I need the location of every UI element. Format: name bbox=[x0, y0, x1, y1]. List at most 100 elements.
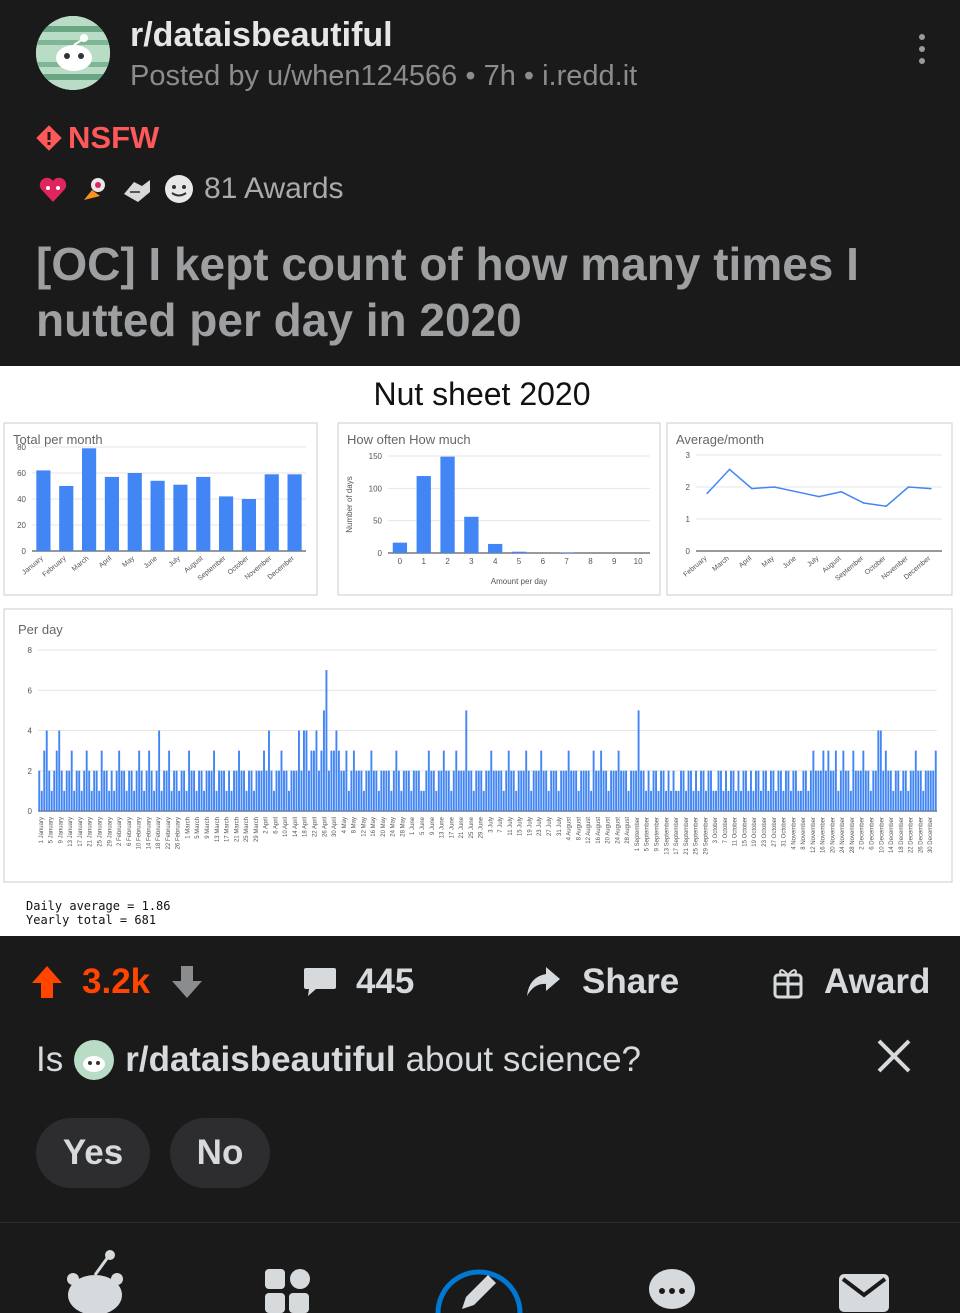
bar-day-320 bbox=[834, 750, 837, 811]
bar-day-126 bbox=[350, 770, 353, 811]
yes-button[interactable]: Yes bbox=[36, 1118, 150, 1188]
bar-day-281 bbox=[737, 770, 740, 811]
bar-day-341 bbox=[887, 770, 890, 811]
bar-day-176 bbox=[475, 770, 478, 811]
bar-day-253 bbox=[667, 770, 670, 811]
communities-grid-icon[interactable] bbox=[265, 1269, 311, 1313]
bar-day-49 bbox=[158, 730, 161, 811]
bar-day-277 bbox=[727, 790, 730, 811]
bar-day-293 bbox=[767, 790, 770, 811]
chat-icon[interactable] bbox=[648, 1267, 696, 1313]
bar-day-40 bbox=[135, 770, 138, 811]
x-tick-4-37: 28 May bbox=[400, 817, 406, 837]
bar-day-294 bbox=[769, 770, 772, 811]
bar-day-91 bbox=[263, 750, 265, 811]
vote-group: 3.2k bbox=[30, 962, 204, 1002]
more-options-icon[interactable] bbox=[912, 34, 932, 70]
x-tick-4-68: 29 September bbox=[703, 817, 709, 855]
bar-day-316 bbox=[824, 770, 827, 811]
nsfw-badge: NSFW bbox=[36, 120, 159, 156]
bar-day-206 bbox=[550, 770, 553, 811]
bar-amount-1 bbox=[416, 476, 431, 553]
award-button[interactable]: Award bbox=[772, 962, 930, 1002]
bar-day-78 bbox=[230, 790, 233, 811]
post-title[interactable]: [OC] I kept count of how many times I nu… bbox=[36, 236, 916, 348]
bar-day-80 bbox=[235, 770, 238, 811]
bar-amount-2 bbox=[440, 456, 455, 553]
subreddit-name[interactable]: r/dataisbeautiful bbox=[130, 16, 393, 55]
bar-day-29 bbox=[108, 790, 111, 811]
bar-day-329 bbox=[857, 770, 860, 811]
bar-day-166 bbox=[450, 790, 453, 811]
bar-day-336 bbox=[874, 770, 877, 811]
x-tick-4-41: 13 June bbox=[440, 816, 446, 838]
subreddit-avatar[interactable] bbox=[36, 16, 110, 90]
x-tick-2-4: 4 bbox=[493, 557, 498, 566]
bar-day-191 bbox=[512, 770, 515, 811]
bar-day-132 bbox=[365, 770, 368, 811]
bar-day-4 bbox=[45, 730, 48, 811]
bar-day-172 bbox=[465, 710, 468, 811]
bar-day-259 bbox=[682, 770, 685, 811]
post-image[interactable]: Nut sheet 2020 Daily average = 1.86 Year… bbox=[0, 366, 960, 936]
y-tick-3-1: 1 bbox=[686, 515, 691, 524]
x-tick-4-71: 11 October bbox=[733, 817, 739, 846]
close-icon[interactable] bbox=[876, 1038, 912, 1074]
bar-day-156 bbox=[425, 770, 428, 811]
x-tick-4-56: 12 August bbox=[586, 817, 592, 844]
bar-day-35 bbox=[123, 770, 126, 811]
subreddit-mini-avatar bbox=[74, 1040, 115, 1080]
create-post-icon[interactable] bbox=[434, 1249, 524, 1313]
bar-day-16 bbox=[75, 770, 78, 811]
comments-button[interactable]: 445 bbox=[302, 962, 414, 1002]
bar-day-145 bbox=[397, 770, 400, 811]
share-button[interactable]: Share bbox=[524, 962, 679, 1002]
x-tick-4-23: 2 April bbox=[264, 817, 270, 834]
bar-day-350 bbox=[909, 770, 912, 811]
bar-day-283 bbox=[742, 770, 745, 811]
handshake-award-icon bbox=[124, 180, 150, 202]
bar-day-148 bbox=[405, 770, 408, 811]
bar-month-5 bbox=[127, 473, 142, 551]
bar-day-38 bbox=[130, 770, 133, 811]
x-tick-4-40: 9 June bbox=[430, 816, 436, 835]
awards-row[interactable]: 81 Awards bbox=[36, 172, 344, 206]
bar-day-45 bbox=[148, 750, 151, 811]
bar-day-212 bbox=[565, 770, 568, 811]
bar-day-47 bbox=[153, 790, 156, 811]
survey-subreddit[interactable]: r/dataisbeautiful bbox=[125, 1040, 395, 1080]
bar-month-11 bbox=[264, 474, 279, 551]
bar-day-237 bbox=[627, 790, 630, 811]
downvote-arrow-icon[interactable] bbox=[170, 964, 204, 1000]
x-tick-4-46: 3 July bbox=[488, 817, 494, 833]
bar-day-339 bbox=[882, 770, 885, 811]
bar-day-235 bbox=[622, 770, 625, 811]
bar-day-82 bbox=[240, 770, 243, 811]
bar-day-328 bbox=[854, 770, 857, 811]
bar-day-305 bbox=[797, 790, 800, 811]
bar-day-311 bbox=[812, 750, 815, 811]
x-tick-4-91: 30 December bbox=[928, 817, 934, 853]
bar-day-139 bbox=[382, 770, 385, 811]
bar-day-50 bbox=[160, 790, 163, 811]
bar-day-280 bbox=[735, 790, 737, 811]
bar-day-55 bbox=[173, 770, 176, 811]
heart-award-icon bbox=[39, 177, 67, 202]
bar-day-333 bbox=[867, 770, 870, 811]
bar-amount-4 bbox=[488, 543, 503, 553]
y-tick-3-2: 2 bbox=[686, 483, 691, 492]
bar-day-319 bbox=[832, 770, 835, 811]
home-icon[interactable] bbox=[66, 1243, 124, 1313]
x-tick-2-5: 5 bbox=[517, 557, 522, 566]
upvote-arrow-icon[interactable] bbox=[30, 964, 64, 1000]
bar-day-174 bbox=[470, 770, 473, 811]
bar-day-289 bbox=[757, 770, 760, 811]
no-button[interactable]: No bbox=[170, 1118, 270, 1188]
inbox-mail-icon[interactable] bbox=[838, 1273, 890, 1313]
bar-day-128 bbox=[355, 770, 358, 811]
bar-day-175 bbox=[472, 790, 475, 811]
x-tick-4-0: 1 January bbox=[39, 817, 45, 843]
bar-day-352 bbox=[914, 750, 917, 811]
bar-day-187 bbox=[502, 790, 505, 811]
bar-day-245 bbox=[647, 770, 650, 811]
